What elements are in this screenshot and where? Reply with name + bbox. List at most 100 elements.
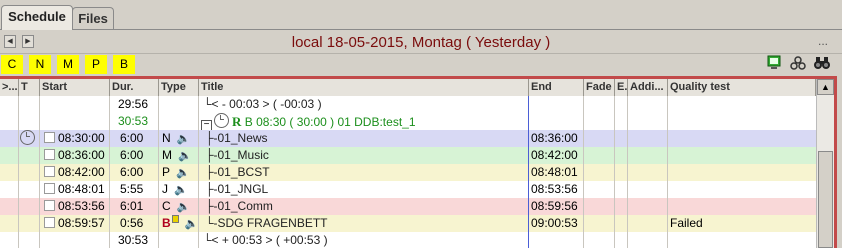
filter-p-button[interactable]: P	[85, 55, 107, 74]
row-start: 08:59:57	[40, 215, 110, 232]
speaker-icon: 🔈	[178, 150, 192, 162]
row-title: ├-01_BCST	[205, 165, 270, 179]
row-checkbox[interactable]	[44, 149, 55, 160]
row-title-prefix: R	[232, 114, 242, 129]
row-title: ├-01_JNGL	[205, 182, 269, 196]
row-type: C 🔈	[162, 199, 191, 213]
recycle-icon[interactable]	[788, 55, 808, 75]
column-divider	[109, 96, 110, 248]
table-row[interactable]: 08:36:00 6:00 M 🔈 ├-01_Music 08:42:00	[0, 147, 816, 164]
filter-m-button[interactable]: M	[57, 55, 79, 74]
row-duration: 6:00	[120, 165, 144, 179]
monitor-icon[interactable]	[764, 55, 784, 75]
row-duration: 6:00	[120, 131, 144, 145]
column-header-duration[interactable]: Dur.	[110, 79, 159, 96]
row-start: 08:53:56	[40, 198, 110, 215]
row-type: P 🔈	[162, 165, 190, 179]
date-bar: ◀ ▶ local 18-05-2015, Montag ( Yesterday…	[0, 30, 842, 54]
table-row[interactable]: 30:53 └< + 00:53 > ( +00:53 )	[0, 232, 816, 248]
row-title: ├-01_Comm	[205, 199, 273, 213]
column-header-type[interactable]: Type	[159, 79, 199, 96]
grid-header: >... T Start Dur. Type Title End Fade E.…	[0, 79, 834, 97]
row-duration: 30:53	[118, 233, 149, 247]
filter-b-button[interactable]: B	[113, 55, 135, 74]
row-end: 08:59:56	[531, 199, 578, 213]
flag-icon	[171, 215, 179, 223]
clock-icon	[214, 113, 229, 128]
column-header-quality-test[interactable]: Quality test	[668, 79, 816, 96]
table-row[interactable]: 30:53 − R B 08:30 ( 30:00 ) 01 DDB:test_1	[0, 113, 816, 130]
column-header-end[interactable]: End	[529, 79, 584, 96]
row-end: 08:36:00	[531, 131, 578, 145]
row-duration: 30:53	[118, 114, 149, 128]
row-title: └< + 00:53 > ( +00:53 )	[203, 233, 328, 247]
speaker-icon: 🔈	[176, 133, 191, 145]
row-duration: 0:56	[120, 216, 144, 230]
filter-n-button[interactable]: N	[29, 55, 51, 74]
column-header-t[interactable]: T	[19, 79, 40, 96]
row-title: └< - 00:03 > ( -00:03 )	[203, 97, 322, 111]
column-header-title[interactable]: Title	[199, 79, 529, 96]
column-divider	[18, 96, 19, 248]
row-checkbox[interactable]	[44, 166, 55, 177]
tab-files[interactable]: Files	[72, 7, 114, 29]
column-header-expand[interactable]: >...	[0, 79, 19, 96]
row-start: 08:36:00	[40, 147, 110, 164]
column-divider	[667, 96, 668, 248]
row-end: 08:42:00	[531, 148, 578, 162]
row-checkbox[interactable]	[44, 183, 55, 194]
table-row[interactable]: 08:42:00 6:00 P 🔈 ├-01_BCST 08:48:01	[0, 164, 816, 181]
column-header-e[interactable]: E.	[615, 79, 628, 96]
filter-c-button[interactable]: C	[1, 55, 23, 74]
row-checkbox[interactable]	[44, 200, 55, 211]
speaker-icon: 🔈	[176, 167, 190, 179]
row-quality-test: Failed	[670, 216, 703, 230]
column-header-additional[interactable]: Addi...	[628, 79, 668, 96]
timed-clock-icon	[19, 130, 40, 147]
column-divider	[39, 96, 40, 248]
column-divider	[627, 96, 628, 248]
speaker-icon: 🔈	[176, 201, 191, 213]
row-start: 08:48:01	[40, 181, 110, 198]
table-row[interactable]: 29:56 └< - 00:03 > ( -00:03 )	[0, 96, 816, 113]
row-end: 08:53:56	[531, 182, 578, 196]
row-type: J 🔈	[162, 182, 188, 196]
binoculars-icon[interactable]	[812, 55, 832, 75]
filter-bar: C N M P B	[0, 54, 842, 76]
row-checkbox[interactable]	[44, 217, 55, 228]
row-duration: 5:55	[120, 182, 144, 196]
vertical-scrollbar[interactable]: ▲	[816, 79, 834, 248]
scrollbar-thumb[interactable]	[818, 151, 833, 248]
speaker-icon: 🔈	[184, 218, 199, 230]
row-checkbox[interactable]	[44, 132, 55, 143]
column-header-start[interactable]: Start	[40, 79, 110, 96]
row-title: B 08:30 ( 30:00 ) 01 DDB:test_1	[244, 115, 416, 129]
scroll-up-icon[interactable]: ▲	[817, 79, 834, 95]
row-start: 08:42:00	[40, 164, 110, 181]
tab-schedule[interactable]: Schedule	[1, 5, 73, 30]
row-title: └-SDG FRAGENBETT	[205, 216, 328, 230]
table-row[interactable]: 08:53:56 6:01 C 🔈 ├-01_Comm 08:59:56	[0, 198, 816, 215]
row-duration: 6:00	[120, 148, 144, 162]
speaker-icon: 🔈	[174, 184, 188, 196]
row-title: ├-01_News	[205, 131, 268, 145]
row-type: N 🔈	[162, 131, 191, 145]
row-end: 08:48:01	[531, 165, 578, 179]
column-divider	[198, 96, 199, 248]
collapse-icon[interactable]: −	[201, 120, 212, 130]
grid-highlight-right	[834, 76, 837, 248]
row-duration: 6:01	[120, 199, 144, 213]
row-end: 09:00:53	[531, 216, 578, 230]
row-type: B 🔈	[162, 215, 199, 230]
row-type: M 🔈	[162, 148, 192, 162]
row-start: 08:30:00	[40, 130, 110, 147]
column-divider	[528, 96, 529, 248]
column-header-fade[interactable]: Fade	[584, 79, 615, 96]
table-row[interactable]: 08:30:00 6:00 N 🔈 ├-01_News 08:36:00	[0, 130, 816, 147]
table-row[interactable]: 08:59:57 0:56 B 🔈 └-SDG FRAGENBETT 09:00:…	[0, 215, 816, 232]
row-title: ├-01_Music	[205, 148, 269, 162]
column-divider	[158, 96, 159, 248]
table-row[interactable]: 08:48:01 5:55 J 🔈 ├-01_JNGL 08:53:56	[0, 181, 816, 198]
more-options-button[interactable]: ...	[818, 34, 828, 48]
row-duration: 29:56	[118, 97, 149, 111]
